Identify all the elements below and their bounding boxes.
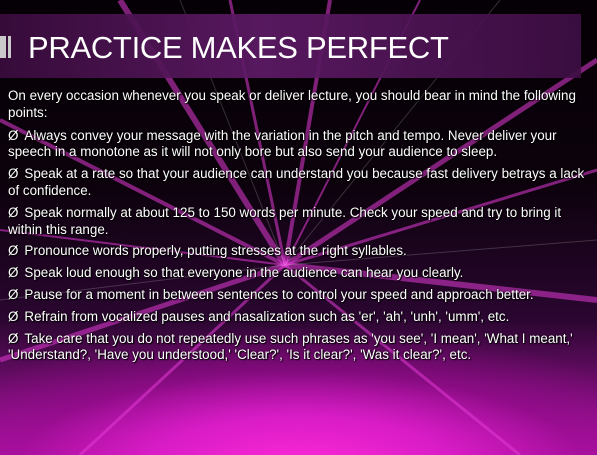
bullet-symbol-icon: Ø [8, 204, 19, 220]
bullet-text: Pause for a moment in between sentences … [24, 286, 534, 302]
slide-background: PRACTICE MAKES PERFECT On every occasion… [0, 0, 597, 455]
bullet-symbol-icon: Ø [8, 127, 19, 143]
bullet-item: Ø Pause for a moment in between sentences… [8, 287, 594, 304]
intro-text: On every occasion whenever you speak or … [8, 88, 576, 120]
bullet-text: Refrain from vocalized pauses and nasali… [24, 308, 510, 324]
bullet-symbol-icon: Ø [8, 308, 19, 324]
title-accent-bar-thin [8, 36, 11, 58]
bullet-symbol-icon: Ø [8, 265, 19, 281]
bullet-symbol-icon: Ø [8, 286, 19, 302]
slide-title: PRACTICE MAKES PERFECT [28, 30, 449, 65]
bullet-item: Ø Speak normally at about 125 to 150 word… [8, 205, 594, 239]
bullet-item: Ø Refrain from vocalized pauses and nasal… [8, 309, 594, 326]
title-accent-bar [0, 36, 6, 58]
bullet-item: Ø Speak loud enough so that everyone in t… [8, 265, 594, 282]
bullet-symbol-icon: Ø [8, 243, 19, 259]
bullet-text: Pronounce words properly, putting stress… [24, 243, 407, 259]
bullet-text: Speak at a rate so that your audience ca… [8, 166, 585, 198]
bullet-symbol-icon: Ø [8, 330, 19, 346]
slide-content: On every occasion whenever you speak or … [8, 88, 594, 369]
bullet-text: Speak normally at about 125 to 150 words… [8, 204, 562, 237]
bullet-symbol-icon: Ø [8, 166, 19, 182]
bullet-text: Always convey your message with the vari… [8, 127, 557, 160]
bullet-item: Ø Always convey your message with the var… [8, 128, 594, 162]
bullet-item: Ø Pronounce words properly, putting stres… [8, 243, 594, 260]
bullet-text: Speak loud enough so that everyone in th… [24, 265, 464, 281]
bullet-item: Ø Take care that you do not repeatedly us… [8, 331, 594, 365]
bullet-item: Ø Speak at a rate so that your audience c… [8, 166, 594, 200]
bullet-text: Take care that you do not repeatedly use… [8, 330, 573, 363]
